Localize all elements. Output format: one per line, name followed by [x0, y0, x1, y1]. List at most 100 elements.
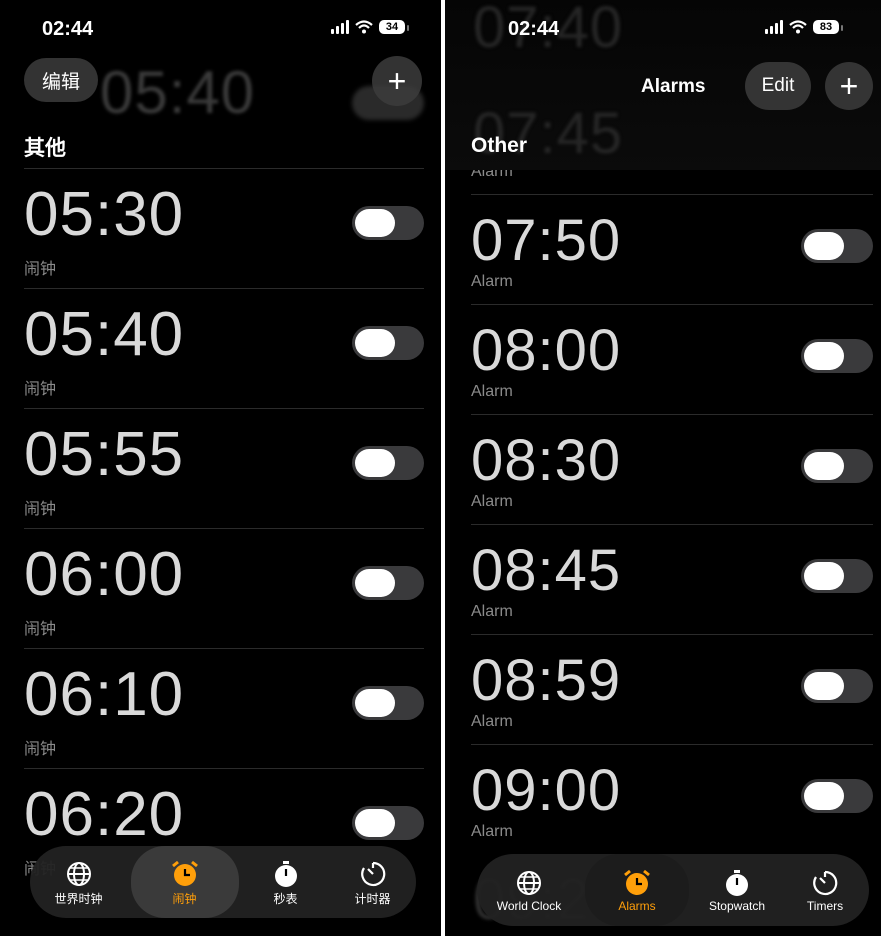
alarm-time: 06:10 [24, 660, 185, 729]
alarm-row[interactable]: 06:00 闹钟 [24, 528, 424, 649]
add-alarm-button[interactable]: + [825, 62, 873, 110]
right-phone-screen: 07:50 Alarm 08:00 Alarm 08:30 Alarm 08:45 Alarm… [445, 0, 881, 936]
toggle-knob [804, 672, 844, 700]
tab-stopwatch[interactable]: 秒表 [246, 846, 326, 918]
alarm-toggle[interactable] [801, 669, 873, 703]
toggle-knob [804, 342, 844, 370]
toggle-knob [804, 782, 844, 810]
globe-icon [515, 867, 543, 899]
toggle-knob [355, 809, 395, 837]
alarm-toggle[interactable] [352, 566, 424, 600]
alarm-toggle[interactable] [352, 206, 424, 240]
edit-button[interactable]: 编辑 [24, 58, 98, 102]
toggle-knob [355, 329, 395, 357]
plus-icon: + [387, 62, 407, 99]
alarm-time: 06:00 [24, 540, 185, 609]
tab-alarms[interactable]: Alarms [585, 854, 689, 926]
stopwatch-icon [723, 867, 751, 899]
alarm-row[interactable]: 08:30 Alarm [471, 414, 873, 525]
tab-label: 世界时钟 [54, 891, 103, 906]
alarm-time: 08:00 [471, 318, 622, 383]
tab-world-clock[interactable]: 世界时钟 [34, 846, 124, 918]
alarm-label: Alarm [471, 603, 513, 620]
status-bar: 02:44 83 [445, 16, 881, 44]
alarm-time: 07:50 [471, 208, 622, 273]
timer-icon [811, 867, 839, 899]
tab-label: World Clock [496, 899, 562, 913]
status-icons: 34 [331, 20, 409, 34]
alarm-label: 闹钟 [24, 261, 57, 278]
status-bar: 02:44 34 [0, 16, 441, 44]
status-time: 02:44 [508, 18, 560, 40]
alarm-label: Alarm [471, 383, 513, 400]
alarm-row[interactable]: 05:40 闹钟 [24, 288, 424, 409]
alarm-toggle[interactable] [801, 779, 873, 813]
alarm-time: 05:30 [24, 180, 185, 249]
alarm-label: 闹钟 [24, 741, 57, 758]
alarm-clock-icon [170, 858, 200, 890]
alarm-row[interactable]: 09:00 Alarm [471, 744, 873, 855]
tab-timers[interactable]: 计时器 [333, 846, 413, 918]
alarm-toggle[interactable] [352, 446, 424, 480]
globe-icon [65, 858, 93, 890]
alarm-row[interactable]: 05:30 闹钟 [24, 168, 424, 289]
tab-bar: 世界时钟 闹钟 秒表 计时器 [30, 846, 416, 918]
alarm-label: Alarm [471, 273, 513, 290]
ghost-alarm-time: 05:40 [100, 59, 256, 126]
tab-bar: World Clock Alarms Stopwatch Timers [477, 854, 869, 926]
alarm-row[interactable]: 08:00 Alarm [471, 304, 873, 415]
alarm-toggle[interactable] [352, 806, 424, 840]
alarm-toggle[interactable] [352, 326, 424, 360]
alarm-row[interactable]: 06:10 闹钟 [24, 648, 424, 769]
alarm-row[interactable]: 07:50 Alarm [471, 194, 873, 305]
plus-icon: + [839, 67, 859, 104]
toggle-knob [355, 449, 395, 477]
edit-button[interactable]: Edit [745, 62, 811, 110]
alarm-label: Alarm [471, 493, 513, 510]
battery-indicator: 83 [813, 20, 843, 34]
alarm-time: 08:59 [471, 648, 622, 713]
alarm-toggle[interactable] [801, 449, 873, 483]
tab-label: 秒表 [273, 891, 298, 906]
alarm-toggle[interactable] [801, 559, 873, 593]
add-alarm-button[interactable]: + [372, 56, 422, 106]
alarm-time: 09:00 [471, 758, 622, 823]
battery-indicator: 34 [379, 20, 409, 34]
timer-icon [359, 858, 387, 890]
alarm-toggle[interactable] [352, 686, 424, 720]
toggle-knob [804, 232, 844, 260]
alarm-time: 08:45 [471, 538, 622, 603]
wifi-icon [789, 20, 807, 34]
stopwatch-icon [272, 858, 300, 890]
left-phone-screen: 05:40 02:44 34 编辑 + 其他 05:30 闹钟 05:40 闹钟 05:… [0, 0, 441, 936]
alarm-time: 08:30 [471, 428, 622, 493]
wifi-icon [355, 20, 373, 34]
signal-icon [331, 20, 349, 34]
section-title: Other [471, 134, 528, 157]
alarm-toggle[interactable] [801, 339, 873, 373]
alarm-label: Alarm [471, 713, 513, 730]
tab-label: 计时器 [354, 891, 391, 906]
alarm-row[interactable]: 05:55 闹钟 [24, 408, 424, 529]
toggle-knob [355, 569, 395, 597]
tab-alarms[interactable]: 闹钟 [130, 846, 239, 918]
tab-world-clock[interactable]: World Clock [481, 854, 577, 926]
status-time: 02:44 [42, 18, 94, 40]
alarm-time: 06:20 [24, 780, 185, 849]
alarm-row[interactable]: 08:45 Alarm [471, 524, 873, 635]
alarm-row[interactable]: 08:59 Alarm [471, 634, 873, 745]
nav-title: Alarms [641, 76, 706, 97]
alarm-label: 闹钟 [24, 501, 57, 518]
alarm-label: Alarm [471, 823, 513, 840]
tab-label: 闹钟 [172, 891, 197, 906]
tab-label: Alarms [618, 899, 656, 913]
tab-label: Stopwatch [708, 899, 766, 913]
toggle-knob [355, 689, 395, 717]
signal-icon [765, 20, 783, 34]
alarm-label: 闹钟 [24, 381, 57, 398]
tab-timers[interactable]: Timers [785, 854, 865, 926]
toggle-knob [355, 209, 395, 237]
alarm-toggle[interactable] [801, 229, 873, 263]
tab-stopwatch[interactable]: Stopwatch [697, 854, 777, 926]
alarm-time: 05:55 [24, 420, 185, 489]
